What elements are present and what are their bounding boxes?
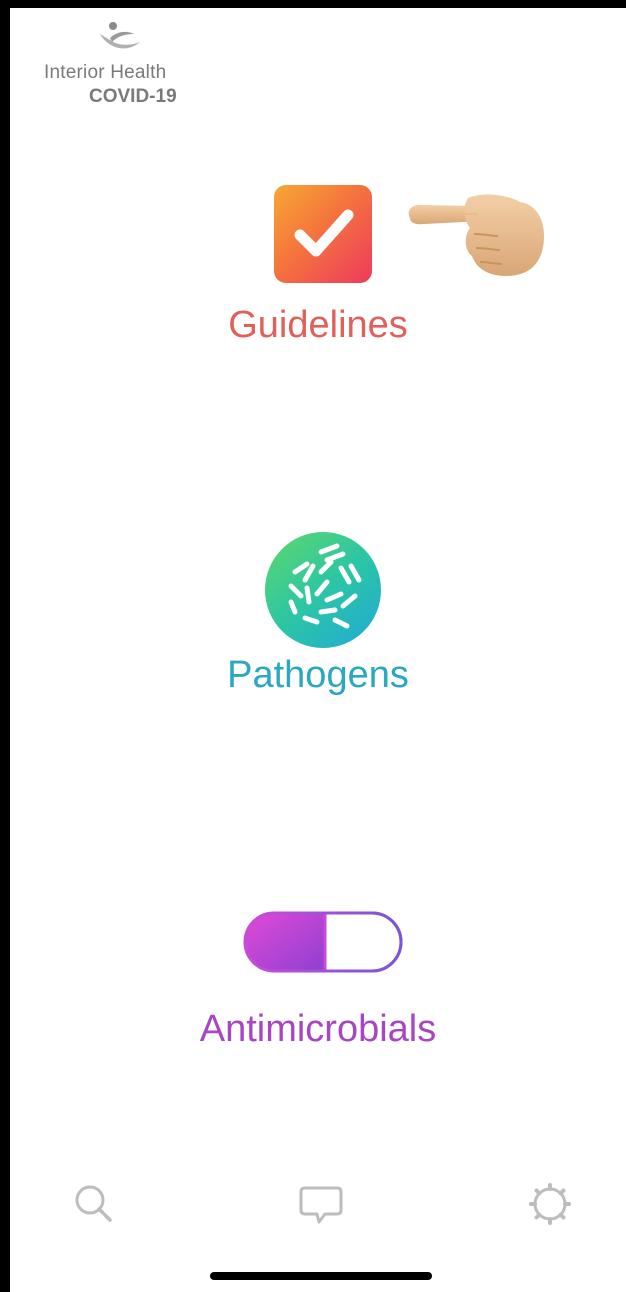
- logo-title: Interior Health: [44, 62, 167, 83]
- checkmark-icon: [294, 209, 354, 257]
- home-indicator[interactable]: [210, 1272, 432, 1280]
- guidelines-icon[interactable]: [274, 185, 372, 283]
- antimicrobials-label[interactable]: Antimicrobials: [10, 1008, 626, 1051]
- pointing-hand-icon: [408, 194, 544, 276]
- pathogens-icon[interactable]: [265, 532, 381, 648]
- pathogens-label[interactable]: Pathogens: [10, 654, 626, 697]
- pill-capsule-icon[interactable]: [243, 911, 403, 973]
- gear-icon[interactable]: [522, 1176, 578, 1232]
- logo-subtitle: COVID-19: [89, 86, 177, 107]
- search-icon[interactable]: [66, 1176, 122, 1232]
- app-screen: Interior Health COVID-19 Guidelines Path…: [10, 8, 626, 1292]
- tab-bar: [10, 1168, 626, 1238]
- chat-bubble-icon[interactable]: [293, 1176, 349, 1232]
- device-frame: Interior Health COVID-19 Guidelines Path…: [0, 0, 626, 1292]
- logo-mark-icon: [100, 22, 140, 49]
- bacteria-icon: [288, 543, 362, 629]
- guidelines-label[interactable]: Guidelines: [10, 304, 626, 347]
- interior-health-logo: Interior Health COVID-19: [44, 20, 194, 120]
